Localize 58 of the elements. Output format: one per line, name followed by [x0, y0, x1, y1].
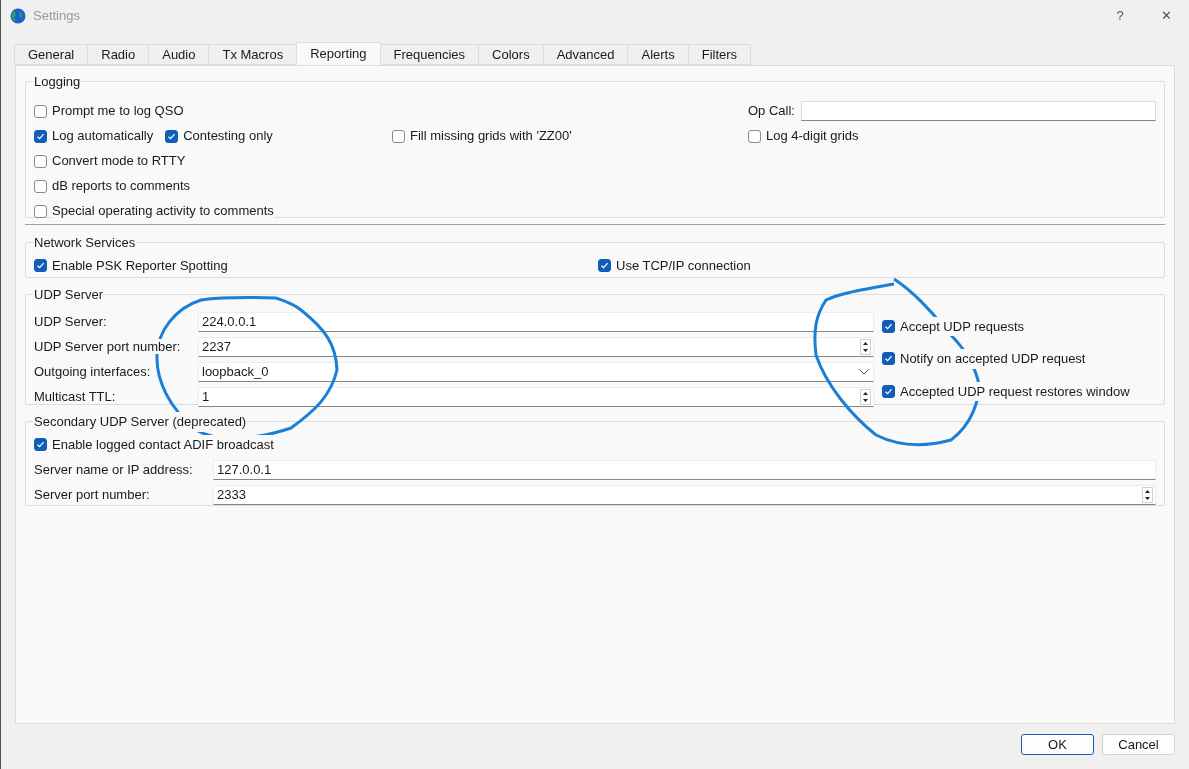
tab[interactable]: Radio — [87, 44, 150, 65]
tab[interactable]: Alerts — [627, 44, 689, 65]
checkbox[interactable] — [34, 104, 47, 118]
checkbox[interactable] — [34, 154, 47, 168]
check-icon — [36, 131, 45, 141]
checkbox[interactable] — [34, 204, 47, 218]
spin-arrows-icon[interactable] — [860, 339, 871, 355]
group-title: Secondary UDP Server (deprecated) — [33, 412, 248, 432]
tab[interactable]: Reporting — [296, 42, 381, 65]
tab[interactable]: Audio — [148, 44, 210, 65]
dialog-button[interactable]: Cancel — [1102, 734, 1175, 755]
tab[interactable]: Filters — [687, 44, 752, 65]
tab[interactable]: Frequencies — [379, 44, 480, 65]
checkbox-label: Enable logged contact ADIF broadcast — [52, 434, 274, 455]
field-label: Outgoing interfaces: — [34, 364, 151, 380]
tab[interactable]: General — [14, 44, 89, 65]
check-icon — [884, 386, 893, 396]
close-button[interactable]: ✕ — [1143, 0, 1189, 32]
chevron-down-icon[interactable] — [859, 369, 869, 375]
tab[interactable]: Advanced — [542, 44, 629, 65]
globe-icon — [10, 8, 26, 24]
help-button[interactable]: ? — [1097, 0, 1143, 32]
spin-box[interactable]: 1 — [198, 387, 874, 407]
check-icon — [884, 354, 893, 364]
input-field[interactable]: 127.0.0.1 — [213, 460, 1156, 480]
input-field[interactable]: 224.0.0.1 — [198, 312, 874, 332]
checkbox[interactable] — [34, 129, 47, 143]
spin-arrows-icon[interactable] — [860, 389, 871, 405]
field-label: UDP Server port number: — [34, 339, 181, 355]
check-icon — [167, 131, 177, 141]
input-field[interactable] — [800, 101, 1156, 121]
checkbox-label: Accept UDP requests — [900, 316, 1025, 336]
checkbox[interactable] — [34, 438, 47, 451]
checkbox[interactable] — [392, 129, 405, 143]
check-icon — [36, 440, 45, 449]
spin-box[interactable]: 2237 — [198, 337, 874, 357]
checkbox[interactable] — [882, 352, 895, 366]
check-icon — [600, 261, 609, 270]
window-title: Settings — [33, 7, 80, 26]
dialog-button[interactable]: OK — [1021, 734, 1094, 755]
spin-box[interactable]: 2333 — [213, 485, 1156, 505]
checkbox[interactable] — [598, 259, 611, 272]
checkbox[interactable] — [34, 259, 47, 272]
field-label: Op Call: — [748, 102, 795, 121]
checkbox[interactable] — [165, 129, 179, 143]
dropdown[interactable]: loopback_0 — [198, 362, 874, 382]
checkbox[interactable] — [748, 129, 761, 143]
tab[interactable]: Tx Macros — [208, 44, 298, 65]
checkbox[interactable] — [882, 384, 895, 398]
checkbox-label: Accepted UDP request restores window — [900, 381, 1130, 401]
tab[interactable]: Colors — [478, 44, 544, 65]
checkbox[interactable] — [882, 319, 895, 333]
checkbox-label: Notify on accepted UDP request — [900, 349, 1086, 369]
checkbox[interactable] — [34, 179, 47, 193]
field-label: Server port number: — [34, 487, 150, 503]
spin-arrows-icon[interactable] — [1142, 487, 1153, 503]
check-icon — [884, 321, 893, 331]
check-icon — [36, 261, 45, 270]
